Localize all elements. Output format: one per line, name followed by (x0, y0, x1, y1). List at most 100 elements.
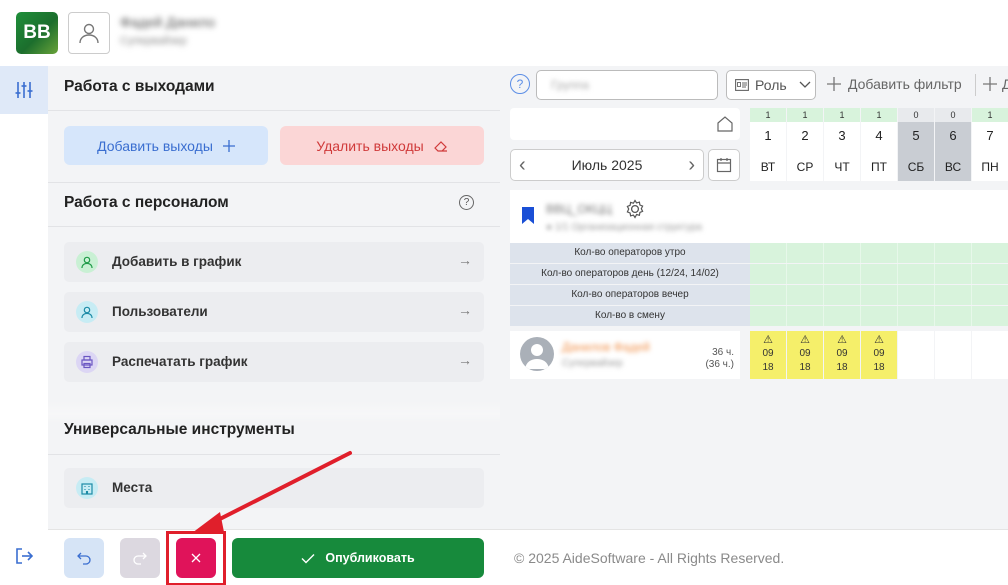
left-rail (0, 66, 48, 585)
day-column[interactable]: 1 3 ЧТ (824, 108, 860, 181)
shift-cell[interactable]: ⚠ 09 18 (824, 331, 860, 379)
divider (48, 110, 500, 111)
plus-icon (983, 77, 997, 91)
tools-panel: Работа с выходами Добавить выходы Удалит… (48, 66, 500, 529)
shift-cell[interactable]: ⚠ 09 18 (750, 331, 786, 379)
days-header: 1 1 ВТ 1 2 СР 1 3 ЧТ 1 4 ПТ 0 5 СБ 0 6 В… (750, 108, 1008, 181)
shift-cell-empty[interactable] (935, 331, 971, 379)
undo-icon (77, 552, 91, 565)
metric-row-cells (750, 264, 1008, 284)
check-icon (301, 553, 315, 563)
day-weekday: ЧТ (834, 160, 850, 174)
day-count: 1 (972, 108, 1008, 122)
day-weekday: СР (796, 160, 814, 174)
gear-icon[interactable] (624, 198, 646, 220)
print-schedule-item[interactable]: Распечатать график → (64, 342, 484, 382)
metric-row-label: Кол-во операторов утро (510, 243, 750, 263)
day-number: 3 (838, 128, 846, 143)
day-column[interactable]: 1 4 ПТ (861, 108, 897, 181)
user-icon (79, 23, 99, 44)
bookmark-icon[interactable] (522, 207, 534, 224)
add-button-2[interactable]: Д (982, 76, 1008, 92)
day-column[interactable]: 0 6 ВС (935, 108, 971, 181)
cancel-button[interactable] (176, 538, 216, 578)
help-icon[interactable]: ? (459, 195, 474, 210)
plus-icon (222, 139, 235, 152)
day-weekday: ПТ (871, 160, 887, 174)
info-icon[interactable]: ? (510, 74, 530, 94)
list-item-label: Добавить в график (112, 254, 242, 269)
metric-row-label: Кол-во операторов вечер (510, 285, 750, 305)
day-weekday: ВС (944, 160, 962, 174)
day-number: 4 (875, 128, 883, 143)
list-item-label: Места (112, 480, 153, 495)
shift-end: 18 (799, 362, 811, 373)
warning-icon: ⚠ (874, 334, 884, 346)
day-count: 1 (750, 108, 786, 122)
day-column[interactable]: 1 2 СР (787, 108, 823, 181)
search-input[interactable]: Группа (536, 70, 718, 100)
shift-end: 18 (873, 362, 885, 373)
search-placeholder: Группа (551, 78, 590, 92)
day-count: 1 (824, 108, 860, 122)
metric-row-cells (750, 306, 1008, 326)
user-icon (76, 301, 98, 323)
logout-button[interactable] (12, 544, 36, 568)
day-column[interactable]: 1 7 ПН (972, 108, 1008, 181)
list-item-label: Распечатать график (112, 354, 248, 369)
tools-toggle-button[interactable] (0, 66, 48, 114)
users-item[interactable]: Пользователи → (64, 292, 484, 332)
shift-cell[interactable]: ⚠ 09 18 (861, 331, 897, 379)
building-icon (76, 477, 98, 499)
copyright-text: © 2025 AideSoftware - All Rights Reserve… (514, 550, 785, 566)
add-to-schedule-item[interactable]: Добавить в график → (64, 242, 484, 282)
places-item[interactable]: Места (64, 468, 484, 508)
next-month-button[interactable]: › (688, 154, 695, 177)
publish-button[interactable]: Опубликовать (232, 538, 484, 578)
logo-text: BB (23, 22, 51, 43)
metric-row-label: Кол-во операторов день (12/24, 14/02) (510, 264, 750, 284)
close-icon (191, 553, 201, 563)
list-item-label: Пользователи (112, 304, 208, 319)
user-role: Супервайзер (120, 35, 187, 47)
day-count: 0 (935, 108, 971, 122)
sliders-icon (15, 82, 33, 98)
prev-month-button[interactable]: ‹ (519, 154, 526, 177)
role-dropdown[interactable]: Роль (726, 70, 816, 100)
printer-icon (76, 351, 98, 373)
publish-label: Опубликовать (325, 551, 415, 565)
shift-cell-empty[interactable] (972, 331, 1008, 379)
schedule-area: ? Группа Роль Добавить фильтр Д ‹ Июль 2… (500, 66, 1008, 529)
day-column[interactable]: 0 5 СБ (898, 108, 934, 181)
home-icon[interactable] (716, 115, 734, 133)
divider (48, 226, 500, 227)
shift-cell-empty[interactable] (898, 331, 934, 379)
group-card: ВВЦ_ОКЦЦ ● 1/1 Организационная структура (510, 190, 1008, 243)
outputs-section-title: Работа с выходами (64, 78, 215, 95)
calendar-icon (716, 158, 732, 173)
redo-button[interactable] (120, 538, 160, 578)
id-card-icon (735, 79, 749, 91)
user-name: Фадей Данило (120, 14, 216, 30)
undo-button[interactable] (64, 538, 104, 578)
group-subtitle: ● 1/1 Организационная структура (546, 222, 702, 233)
home-card (510, 108, 740, 140)
delete-outputs-button[interactable]: Удалить выходы (280, 126, 484, 165)
app-logo[interactable]: BB (16, 12, 58, 54)
calendar-button[interactable] (708, 149, 740, 181)
user-avatar[interactable] (68, 12, 110, 54)
divider (48, 401, 500, 423)
add-outputs-button[interactable]: Добавить выходы (64, 126, 268, 165)
role-label: Роль (755, 77, 787, 93)
arrow-right-icon: → (458, 352, 472, 368)
shift-cell[interactable]: ⚠ 09 18 (787, 331, 823, 379)
day-number: 1 (764, 128, 772, 143)
add-button-2-label: Д (1002, 76, 1008, 92)
add-filter-button[interactable]: Добавить фильтр (826, 76, 962, 92)
day-weekday: ВТ (760, 160, 776, 174)
employee-card[interactable]: Данилов Фадей Супервайзер 36 ч. (36 ч.) (510, 331, 740, 379)
user-icon (76, 251, 98, 273)
metric-row-label: Кол-во в смену (510, 306, 750, 326)
day-column[interactable]: 1 1 ВТ (750, 108, 786, 181)
shift-start: 09 (873, 348, 885, 359)
